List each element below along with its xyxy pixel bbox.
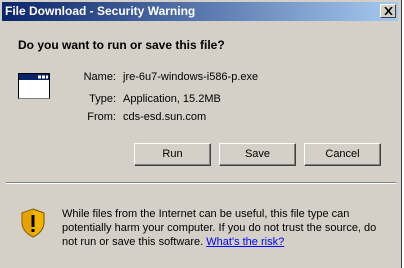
- type-label: Type:: [89, 93, 116, 105]
- file-name-value: jre-6u7-windows-i586-p.exe: [123, 71, 259, 83]
- application-window-icon: [18, 73, 50, 99]
- divider: [6, 182, 396, 184]
- name-label: Name:: [83, 71, 116, 83]
- shield-warning-icon: [21, 208, 45, 238]
- window-title: File Download - Security Warning: [5, 4, 196, 18]
- file-source-value: cds-esd.sun.com: [123, 111, 207, 123]
- security-warning-dialog: File Download - Security Warning Do you …: [0, 0, 402, 268]
- run-button[interactable]: Run: [134, 143, 211, 166]
- from-label: From:: [87, 111, 116, 123]
- save-button[interactable]: Save: [219, 143, 296, 166]
- file-type-value: Application, 15.2MB: [123, 93, 221, 105]
- close-icon: [384, 7, 393, 15]
- dialog-question: Do you want to run or save this file?: [18, 38, 225, 52]
- close-button[interactable]: [380, 4, 396, 18]
- cancel-button[interactable]: Cancel: [304, 143, 381, 166]
- title-bar[interactable]: File Download - Security Warning: [2, 2, 398, 21]
- whats-the-risk-link[interactable]: What's the risk?: [206, 236, 284, 248]
- warning-message: While files from the Internet can be use…: [62, 207, 392, 249]
